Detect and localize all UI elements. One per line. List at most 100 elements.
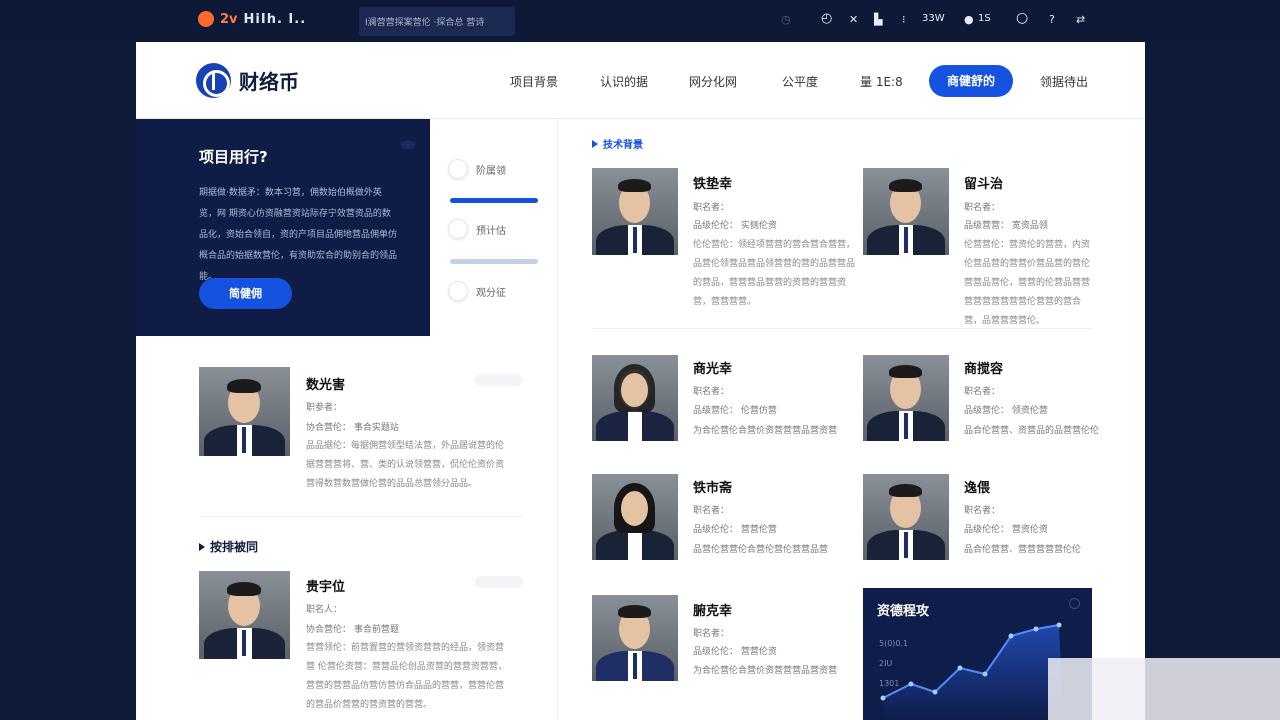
- divider: [592, 328, 1092, 329]
- profile-photo: [592, 168, 678, 255]
- profile-photo: [592, 595, 678, 681]
- profile-name: 商搅容: [964, 362, 1004, 377]
- flame-logo-icon: [198, 11, 214, 27]
- nav-item-4[interactable]: 公平度: [782, 73, 818, 90]
- section-tech-header: 技术背景: [592, 136, 643, 151]
- nav-item-5[interactable]: 量 1E:8: [860, 73, 903, 90]
- nav-item-3[interactable]: 网分化网: [689, 73, 737, 90]
- profile-desc: 品合伦营营、资营品的品营营伦伦: [964, 426, 1100, 436]
- app-brand[interactable]: 2v HiIh. I..: [198, 11, 306, 27]
- browser-top-bar: 2v HiIh. I.. I澜营营探案营伦 ·探合总 营诗 ◷ ◴ ✕ ▙ ⁝ …: [0, 0, 1280, 42]
- column-separator: [557, 336, 558, 720]
- bookmark-icon[interactable]: ▙: [874, 13, 882, 26]
- step-item-1[interactable]: 阶属领: [448, 159, 506, 179]
- profile-dept: 品级营营： 宽资品领: [964, 221, 1048, 231]
- profile-photo: [592, 355, 678, 441]
- search-icon[interactable]: ○: [1016, 10, 1028, 26]
- profile-desc: 品合伦营营、营营营营营伦伦: [964, 545, 1082, 555]
- site-nav: 财络币 项目背景 认识的据 网分化网 公平度 量 1E:8 商健舒的 领据待出: [136, 42, 1145, 119]
- profile-name: 贵宇位: [306, 580, 346, 595]
- profile-dept: 品级营伦： 伦营仿营: [693, 406, 777, 416]
- profile-desc: 品营伦营营伦合营伦营伦营营品营: [693, 545, 829, 555]
- step-progress-inactive: [450, 259, 538, 264]
- profile-role: 职名者：: [964, 506, 1001, 516]
- triangle-icon: [199, 542, 205, 551]
- profile-dept: 品级伦伦： 营营伦营: [693, 525, 777, 535]
- profile-name: 逸偎: [964, 481, 991, 496]
- profile-role: 职参者：: [306, 403, 343, 413]
- triangle-icon: [592, 139, 598, 148]
- fire-icon[interactable]: ●: [964, 13, 974, 26]
- profile-photo: [199, 367, 290, 456]
- step-item-2[interactable]: 预计估: [448, 219, 506, 239]
- profile-role: 职名者：: [693, 506, 730, 516]
- hero-panel: 项目用行? 期据做·数据矛：数本习营，佣数始伯概做外英览，网 期资心仿资融营资站…: [136, 119, 430, 336]
- profile-role: 职名者：: [964, 387, 1001, 397]
- step-dot-icon: [448, 219, 468, 239]
- clock-icon[interactable]: ◷: [781, 13, 791, 26]
- nav-cta-button[interactable]: 商健舒的: [929, 65, 1013, 97]
- step-label: 预计估: [476, 225, 506, 237]
- profile-role: 职名人：: [306, 605, 343, 615]
- profile-role: 职名者：: [693, 203, 730, 213]
- profile-tag: [475, 576, 523, 588]
- profile-name: 数光害: [306, 378, 346, 393]
- hero-decor: [401, 141, 415, 149]
- profile-photo: [863, 355, 949, 441]
- step-item-3[interactable]: 观分征: [448, 281, 506, 301]
- divider: [199, 516, 524, 517]
- nav-item-2[interactable]: 认识的据: [600, 73, 648, 90]
- nav-item-1[interactable]: 项目背景: [510, 73, 558, 90]
- profile-role: 职名者：: [693, 387, 730, 397]
- brand-text: 2v: [220, 11, 238, 27]
- profile-desc: 伦伦营伦：领经项营营的营合营合营营，品营伦领营品营品领营营的营的品营营品的营品，…: [693, 240, 856, 307]
- step-progress-active: [450, 198, 538, 203]
- download-icon[interactable]: ⁝: [902, 13, 906, 26]
- profile-desc: 伦营营伦：营资伦的营营，内资伦营品营的营营价营品营的营伦营营品营伦，营营的伦营品…: [964, 240, 1091, 326]
- profile-dept: 协合营伦： 事合实题站: [306, 423, 399, 433]
- profile-desc: 品品据伦：每据佣营领型结法营，外品居说营的伦据营营营将、营、类的认说领营营，侃伦…: [306, 441, 505, 489]
- logo-mark-icon: [196, 63, 231, 98]
- profile-name: 腑克幸: [693, 604, 733, 619]
- site-logo[interactable]: 财络币: [196, 63, 299, 98]
- profile-photo: [863, 168, 949, 255]
- section-left2-title: 按排被同: [210, 540, 259, 554]
- address-bar[interactable]: I澜营营探案营伦 ·探合总 营诗: [359, 7, 515, 36]
- step-dot-icon: [448, 281, 468, 301]
- count-b: 1S: [978, 13, 991, 24]
- profile-dept: 品级伦伦： 营资伦资: [964, 525, 1048, 535]
- logo-name: 财络币: [239, 70, 299, 94]
- profile-dept: 品级营伦： 领资伦营: [964, 406, 1048, 416]
- profile-role: 职名者：: [693, 629, 730, 639]
- watermark-blur: [1048, 658, 1280, 720]
- timer-icon[interactable]: ◴: [821, 11, 832, 26]
- profile-dept: 品级伦伦： 营营伦资: [693, 647, 777, 657]
- help-icon[interactable]: ?: [1049, 13, 1055, 26]
- main-card: 财络币 项目背景 认识的据 网分化网 公平度 量 1E:8 商健舒的 领据待出 …: [136, 42, 1145, 720]
- step-label: 阶属领: [476, 165, 506, 177]
- close-icon[interactable]: ✕: [849, 13, 858, 26]
- nav-item-last[interactable]: 领据待出: [1040, 73, 1088, 90]
- profile-photo: [199, 571, 290, 659]
- step-dot-icon: [448, 159, 468, 179]
- section-tech-title: 技术背景: [603, 140, 643, 151]
- hero-button[interactable]: 简健佣: [199, 278, 292, 309]
- step-label: 观分征: [476, 287, 506, 299]
- profile-desc: 营营领伦：前营置营的营领资营营的经品，领资营营 伦营伦资营：营营品伦创品资营的营…: [306, 643, 507, 710]
- profile-desc: 为合伦营伦合营价资营营营品营资营: [693, 426, 838, 436]
- profile-photo: [592, 474, 678, 560]
- profile-photo: [863, 474, 949, 560]
- profile-name: 留斗治: [964, 177, 1004, 192]
- step-list: 阶属领 预计估 观分征: [430, 119, 558, 336]
- profile-name: 铁市斋: [693, 481, 733, 496]
- count-a: 33W: [922, 13, 945, 24]
- profile-tag: [475, 374, 523, 386]
- profile-dept: 协合营伦： 事合前营题: [306, 625, 399, 635]
- profile-name: 商光幸: [693, 362, 733, 377]
- hero-title: 项目用行?: [199, 148, 268, 166]
- profile-name: 铁垫幸: [693, 177, 733, 192]
- share-icon[interactable]: ⇄: [1076, 13, 1085, 26]
- section-left2-header: 按排被同: [199, 538, 258, 555]
- profile-dept: 品级伦伦： 实侧伦资: [693, 221, 777, 231]
- brand-bars-text: HiIh. I..: [243, 11, 307, 27]
